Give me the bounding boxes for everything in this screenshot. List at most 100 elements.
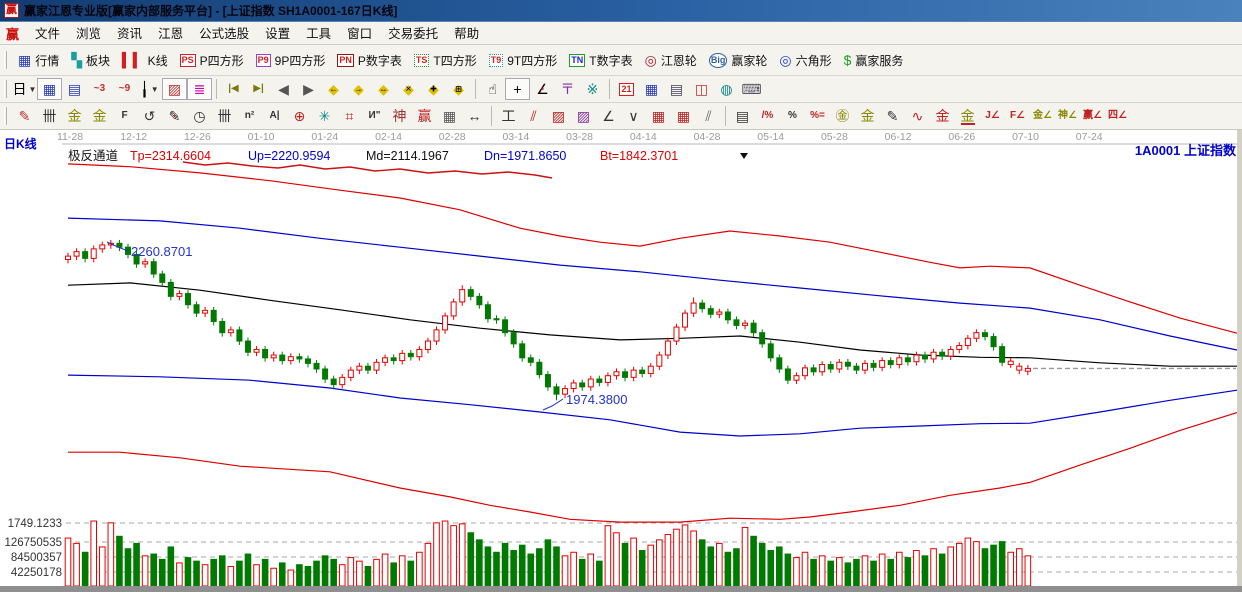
toolbar-button-六角形[interactable]: ◎ 六角形	[773, 50, 837, 71]
win-tool-button[interactable]: 赢	[412, 105, 437, 127]
win-angle-button[interactable]: 赢∠	[1080, 105, 1105, 127]
measure-ruler-button[interactable]: ▤	[730, 105, 755, 127]
gold-line-button[interactable]: 金	[855, 105, 880, 127]
zoom-horizontal-button[interactable]: ◆ ↔	[371, 78, 396, 100]
toolbar-button-T数字表[interactable]: TN T数字表	[563, 50, 638, 71]
menu-item-7[interactable]: 工具	[298, 25, 339, 43]
notepad-button[interactable]: ▤	[664, 78, 689, 100]
parallel-lines-button[interactable]: ⫽	[696, 105, 721, 127]
menu-item-9[interactable]: 交易委托	[380, 25, 446, 43]
toolbar-button-K线[interactable]: ▍▍ K线	[116, 50, 174, 71]
gold-circle-button[interactable]: ㊎	[830, 105, 855, 127]
angle-line-button[interactable]: ∠	[596, 105, 621, 127]
wave3-button[interactable]: ~3	[87, 78, 112, 100]
star-rays-button[interactable]: ✳	[312, 105, 337, 127]
pattern-button[interactable]: ▨	[162, 78, 187, 100]
pen-button[interactable]: ✎	[12, 105, 37, 127]
gann-fan-button[interactable]: ⫽	[521, 105, 546, 127]
f-angle-button[interactable]: F∠	[1005, 105, 1030, 127]
zoom-in-button[interactable]: ◆ ✚	[421, 78, 446, 100]
spiral-button[interactable]: ↺	[137, 105, 162, 127]
four-angle-button[interactable]: 四∠	[1105, 105, 1130, 127]
grid-net-button[interactable]: ⌗	[337, 105, 362, 127]
sine-wave-button[interactable]: ∿	[905, 105, 930, 127]
percent-lines-button[interactable]: %=	[805, 105, 830, 127]
toolbar-button-江恩轮[interactable]: ◎ 江恩轮	[639, 50, 703, 71]
indicator-name[interactable]: 极反通道	[68, 149, 119, 163]
menu-item-3[interactable]: 资讯	[109, 25, 150, 43]
fan-box-purple-button[interactable]: ▨	[571, 105, 596, 127]
square-number-button[interactable]: n²	[237, 105, 262, 127]
zoom-out-button[interactable]: ◆ ✕	[396, 78, 421, 100]
draw-pen-button[interactable]: ✎	[880, 105, 905, 127]
circle-cross-button[interactable]: ⊕	[287, 105, 312, 127]
candle-type-dropdown[interactable]: ╽ ▼	[137, 78, 162, 100]
gold-underline-button[interactable]: 金	[955, 105, 980, 127]
calendar-grid-button[interactable]: ▦	[437, 105, 462, 127]
toolbar-button-T四方形[interactable]: TS T四方形	[408, 50, 483, 71]
fan-box-button[interactable]: ▨	[546, 105, 571, 127]
zigzag-button[interactable]: ∨	[621, 105, 646, 127]
chart-canvas[interactable]: 11-28 12-12 12-26 01-10 01-24 02-14 02-28 03-14…	[0, 130, 1242, 592]
shen-tool-button[interactable]: 神	[387, 105, 412, 127]
beam-tool-button[interactable]: 工	[496, 105, 521, 127]
wave-mark-button[interactable]: И"	[362, 105, 387, 127]
text-label-button[interactable]: A|	[262, 105, 287, 127]
menu-item-4[interactable]: 江恩	[150, 25, 191, 43]
span-arrows-button[interactable]: ↔	[462, 105, 487, 127]
menu-item-5[interactable]: 公式选股	[191, 25, 257, 43]
red-grid2-button[interactable]: ▦	[671, 105, 696, 127]
shen-angle-button[interactable]: 神∠	[1055, 105, 1080, 127]
red-grid-button[interactable]: ▦	[646, 105, 671, 127]
menu-item-8[interactable]: 窗口	[339, 25, 380, 43]
wave9-button[interactable]: ~9	[112, 78, 137, 100]
menu-item-6[interactable]: 设置	[257, 25, 298, 43]
terminal-button[interactable]: ⌨	[739, 78, 764, 100]
calendar-21-button[interactable]: 21	[614, 78, 639, 100]
angle-measure-button[interactable]: ∠ •	[530, 78, 555, 100]
info-panel-button[interactable]: ▤	[62, 78, 87, 100]
toolbar-button-板块[interactable]: ▚ 板块	[65, 50, 116, 71]
toolbar-button-行情[interactable]: ▦ 行情	[12, 50, 65, 71]
menu-item-10[interactable]: 帮助	[446, 25, 487, 43]
web-data-button[interactable]: ◍	[714, 78, 739, 100]
tick-ruler-button[interactable]: 卌	[37, 105, 62, 127]
toolbar-button-P数字表[interactable]: PN P数字表	[331, 50, 408, 71]
time-cycle-button[interactable]: ◷	[187, 105, 212, 127]
toolbar-button-9T四方形[interactable]: T9 9T四方形	[483, 50, 564, 71]
j-angle-button[interactable]: J∠	[980, 105, 1005, 127]
gold-levels2-button[interactable]: 金	[87, 105, 112, 127]
gold-angle-button[interactable]: 金∠	[1030, 105, 1055, 127]
prev-bar-button[interactable]: ◀	[271, 78, 296, 100]
calculator-button[interactable]: ▦	[639, 78, 664, 100]
toolbar-button-9P四方形[interactable]: P9 9P四方形	[250, 50, 332, 71]
gold-levels-button[interactable]: 金	[62, 105, 87, 127]
tick-ruler2-button[interactable]: 卌	[212, 105, 237, 127]
save-button[interactable]: ◫	[689, 78, 714, 100]
pan-right-button[interactable]: ◆ →	[346, 78, 371, 100]
gold-red-button[interactable]: 金	[930, 105, 955, 127]
bottom-scrollbar[interactable]	[0, 586, 1242, 592]
analysis-button[interactable]: ※	[580, 78, 605, 100]
drag-hand-button[interactable]: ☝	[480, 78, 505, 100]
toolbar-button-P四方形[interactable]: PS P四方形	[174, 50, 250, 71]
crosshair-button[interactable]: +	[505, 78, 530, 100]
pan-left-button[interactable]: ◆ ←	[321, 78, 346, 100]
menu-item-1[interactable]: 文件	[27, 25, 68, 43]
last-bar-button[interactable]: ▶|	[246, 78, 271, 100]
gann-marker-button[interactable]: 〒	[555, 78, 580, 100]
grid-zoom-button[interactable]: ◆ ⊞	[446, 78, 471, 100]
chart-style-button[interactable]: ▦	[37, 78, 62, 100]
pen-point-button[interactable]: ✎ •	[162, 105, 187, 127]
first-bar-button[interactable]: |◀	[221, 78, 246, 100]
histogram-button[interactable]: ≣	[187, 78, 212, 100]
period-day-dropdown[interactable]: 日 ▼	[12, 78, 37, 100]
fibonacci-button[interactable]: F	[112, 105, 137, 127]
next-bar-button[interactable]: ▶	[296, 78, 321, 100]
percent-button[interactable]: %	[780, 105, 805, 127]
toolbar-button-赢家轮[interactable]: Big 赢家轮	[703, 50, 774, 71]
menu-item-2[interactable]: 浏览	[68, 25, 109, 43]
toolbar-button-赢家服务[interactable]: $ 赢家服务	[838, 50, 910, 71]
percent-slash-button[interactable]: /%	[755, 105, 780, 127]
symbol-label[interactable]: 1A0001 上证指数	[1135, 143, 1237, 158]
